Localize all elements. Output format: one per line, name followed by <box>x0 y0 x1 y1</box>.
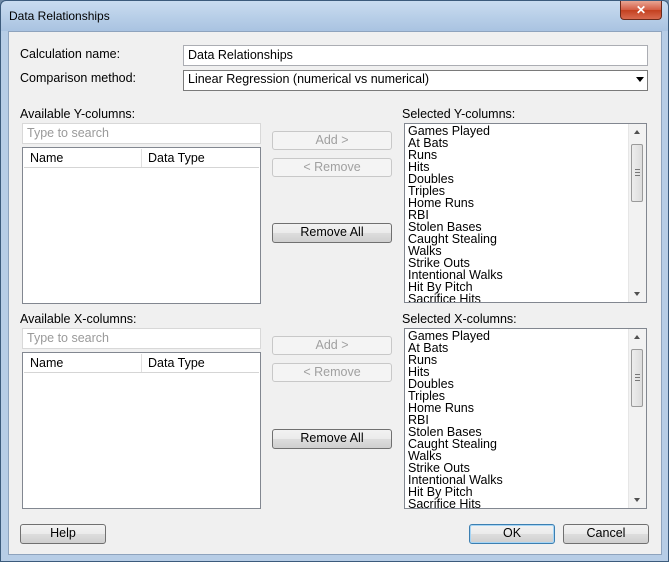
column-separator[interactable] <box>141 354 142 372</box>
x-scrollbar[interactable] <box>628 329 646 508</box>
close-icon[interactable]: ✕ <box>620 1 662 20</box>
help-button[interactable]: Help <box>20 524 106 544</box>
title-bar[interactable]: Data Relationships ✕ <box>1 1 668 31</box>
y-search-input[interactable]: Type to search <box>22 123 261 144</box>
column-header-data-type[interactable]: Data Type <box>148 356 205 370</box>
available-x-header: Name Data Type <box>24 354 259 373</box>
add-y-button[interactable]: Add > <box>272 131 392 150</box>
grip-line <box>635 380 640 381</box>
selected-x-list[interactable]: Games Played At Bats Runs Hits Doubles Triple… <box>404 328 647 509</box>
add-x-button[interactable]: Add > <box>272 336 392 355</box>
grip-line <box>635 374 640 375</box>
cancel-button[interactable]: Cancel <box>563 524 649 544</box>
y-scrollbar[interactable] <box>628 124 646 302</box>
selected-y-list[interactable]: Games Played At Bats Runs Hits Doubles Triple… <box>404 123 647 303</box>
calculation-name-label: Calculation name: <box>20 47 121 61</box>
available-y-list[interactable]: Name Data Type <box>22 147 261 304</box>
ok-button[interactable]: OK <box>469 524 555 544</box>
chevron-down-icon <box>636 77 644 82</box>
selected-y-label: Selected Y-columns: <box>402 107 516 121</box>
x-search-input[interactable]: Type to search <box>22 328 261 349</box>
available-x-label: Available X-columns: <box>20 312 137 326</box>
column-header-name[interactable]: Name <box>30 151 63 165</box>
list-item[interactable]: Sacrifice Hits <box>408 498 503 508</box>
available-y-header: Name Data Type <box>24 149 259 168</box>
list-item[interactable]: Sacrifice Hits <box>408 293 503 302</box>
scroll-down-icon[interactable] <box>634 498 640 502</box>
column-separator[interactable] <box>141 149 142 167</box>
grip-line <box>635 169 640 170</box>
scroll-thumb[interactable] <box>631 349 643 407</box>
calculation-name-input[interactable]: Data Relationships <box>183 45 648 66</box>
column-header-name[interactable]: Name <box>30 356 63 370</box>
scroll-thumb[interactable] <box>631 144 643 202</box>
scroll-down-icon[interactable] <box>634 292 640 296</box>
comparison-method-value: Linear Regression (numerical vs numerica… <box>188 72 430 86</box>
selected-x-label: Selected X-columns: <box>402 312 517 326</box>
scroll-up-icon[interactable] <box>634 130 640 134</box>
remove-all-y-button[interactable]: Remove All <box>272 223 392 243</box>
remove-all-x-button[interactable]: Remove All <box>272 429 392 449</box>
dialog-body: Calculation name: Data Relationships Com… <box>8 31 662 555</box>
available-x-list[interactable]: Name Data Type <box>22 352 261 509</box>
window-title: Data Relationships <box>9 9 110 23</box>
column-header-data-type[interactable]: Data Type <box>148 151 205 165</box>
available-y-label: Available Y-columns: <box>20 107 136 121</box>
dialog-window: Data Relationships ✕ Calculation name: D… <box>0 0 669 562</box>
grip-line <box>635 172 640 173</box>
comparison-method-select[interactable]: Linear Regression (numerical vs numerica… <box>183 70 648 91</box>
grip-line <box>635 175 640 176</box>
scroll-up-icon[interactable] <box>634 335 640 339</box>
remove-y-button[interactable]: < Remove <box>272 158 392 177</box>
grip-line <box>635 377 640 378</box>
remove-x-button[interactable]: < Remove <box>272 363 392 382</box>
comparison-method-label: Comparison method: <box>20 71 137 85</box>
